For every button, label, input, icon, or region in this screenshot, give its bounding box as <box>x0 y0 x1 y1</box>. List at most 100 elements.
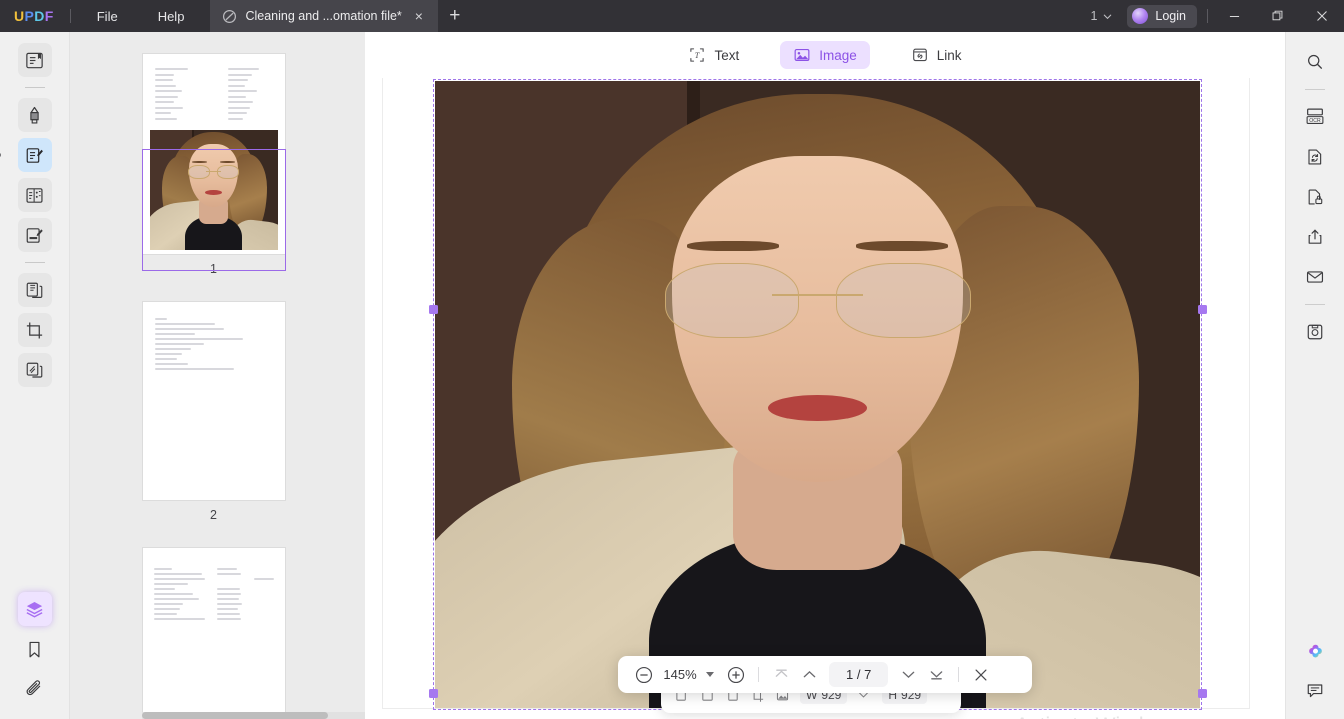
image-icon <box>793 46 811 64</box>
thumb2-text-block <box>154 318 247 370</box>
pdf-page[interactable] <box>383 78 1249 710</box>
thumbnail-panel[interactable]: 1 2 <box>70 32 365 719</box>
page-copy-icon <box>24 280 45 301</box>
resize-handle-bottom-left[interactable] <box>429 689 438 698</box>
bookmark-icon <box>24 639 45 660</box>
paperclip-icon <box>24 679 45 700</box>
close-icon[interactable]: × <box>410 7 428 25</box>
thumb3-text-block <box>153 568 274 620</box>
login-label: Login <box>1155 9 1186 23</box>
convert-button[interactable] <box>1299 141 1331 173</box>
document-view[interactable]: Activate Windows Go to Settings to activ… <box>365 78 1285 719</box>
search-icon <box>1305 52 1325 72</box>
sidebar-item-sign[interactable] <box>17 218 52 252</box>
maximize-button[interactable] <box>1256 0 1300 32</box>
link-icon <box>911 46 929 64</box>
sidebar-item-bookmarks[interactable] <box>18 632 52 666</box>
save-button[interactable] <box>1299 316 1331 348</box>
sidebar-item-batch[interactable] <box>17 353 52 387</box>
page-number-input[interactable]: 1 / 7 <box>829 662 889 687</box>
share-upload-icon <box>1305 227 1325 247</box>
scrollbar-thumb[interactable] <box>142 712 328 719</box>
close-toolbar-button[interactable] <box>969 663 993 687</box>
menu-help[interactable]: Help <box>138 0 205 32</box>
right-rail-divider-2 <box>1305 304 1325 305</box>
tool-text-label: Text <box>714 47 740 63</box>
protect-button[interactable] <box>1299 181 1331 213</box>
lock-document-icon <box>1305 187 1325 207</box>
rail-divider-2 <box>24 262 45 263</box>
thumb3-col-b <box>216 568 244 620</box>
comment-button[interactable] <box>1299 675 1331 707</box>
sidebar-item-crop[interactable] <box>17 313 52 347</box>
zoom-divider-2 <box>958 667 960 682</box>
portrait-photo <box>435 81 1200 708</box>
share-button[interactable] <box>1299 221 1331 253</box>
titlebar-spacer <box>472 0 1083 32</box>
ocr-button[interactable]: OCR <box>1299 101 1331 133</box>
sidebar-item-edit-pdf[interactable] <box>17 138 52 172</box>
rail-divider-1 <box>24 87 45 88</box>
sidebar-item-organize-pages[interactable] <box>17 273 52 307</box>
right-sidebar: OCR <box>1285 32 1344 719</box>
thumbnail-page-2[interactable] <box>142 302 285 500</box>
text-box-icon: T <box>688 46 706 64</box>
resize-handle-left-middle[interactable] <box>429 305 438 314</box>
sidebar-item-layers[interactable] <box>17 592 52 626</box>
chevron-down-icon <box>1102 11 1113 22</box>
zoom-dropdown-caret[interactable] <box>706 672 714 677</box>
edit-document-icon <box>24 145 45 166</box>
thumb1-col-right <box>227 68 273 120</box>
tab-title: Cleaning and ...omation file* <box>245 9 402 23</box>
convert-file-icon <box>1305 147 1325 167</box>
window-count-dropdown[interactable]: 1 <box>1082 0 1121 32</box>
app-logo[interactable]: UPDF <box>0 0 64 32</box>
next-page-button[interactable] <box>896 663 920 687</box>
login-button[interactable]: Login <box>1127 4 1197 28</box>
close-window-button[interactable] <box>1300 0 1344 32</box>
last-page-button[interactable] <box>924 663 948 687</box>
document-tab[interactable]: Cleaning and ...omation file* × <box>210 0 438 32</box>
sidebar-item-annotate[interactable] <box>17 98 52 132</box>
first-page-button[interactable] <box>769 663 793 687</box>
ai-sparkle-icon <box>1304 640 1327 663</box>
sidebar-item-form[interactable] <box>17 178 52 212</box>
zoom-level-value[interactable]: 145% <box>660 667 700 682</box>
ocr-icon: OCR <box>1304 106 1326 128</box>
menu-file[interactable]: File <box>77 0 138 32</box>
resize-handle-right-middle[interactable] <box>1198 305 1207 314</box>
thumbnail-page-1-number: 1 <box>210 262 217 276</box>
zoom-in-button[interactable] <box>724 663 748 687</box>
email-button[interactable] <box>1299 261 1331 293</box>
ai-assistant-button[interactable] <box>1299 635 1331 667</box>
thumbnail-horizontal-scrollbar[interactable] <box>142 712 365 719</box>
new-tab-button[interactable]: + <box>438 0 472 32</box>
right-rail-divider-1 <box>1305 89 1325 90</box>
floppy-save-icon <box>1305 322 1325 342</box>
edit-mode-toolbar: T Text Image Link <box>365 32 1285 78</box>
thumbnail-page-1[interactable] <box>141 54 286 271</box>
thumb3-col-a <box>153 568 207 620</box>
layers-icon <box>24 599 45 620</box>
crop-icon <box>24 320 45 341</box>
tool-image[interactable]: Image <box>780 41 870 69</box>
zoom-navigation-toolbar[interactable]: 145% 1 / 7 <box>618 656 1032 693</box>
thumbnail-page-3[interactable] <box>142 548 285 719</box>
search-button[interactable] <box>1299 46 1331 78</box>
resize-handle-bottom-right[interactable] <box>1198 689 1207 698</box>
logo-divider <box>69 9 71 23</box>
window-count-value: 1 <box>1090 9 1098 23</box>
watermark-line-1: Activate Windows <box>973 714 1223 719</box>
sidebar-item-attachments[interactable] <box>18 672 52 706</box>
tool-text[interactable]: T Text <box>675 41 752 69</box>
thumb3-col-c <box>254 568 274 620</box>
tool-link[interactable]: Link <box>898 41 975 69</box>
minimize-button[interactable] <box>1212 0 1256 32</box>
sidebar-item-reader[interactable] <box>17 43 52 77</box>
previous-page-button[interactable] <box>797 663 821 687</box>
comment-bubble-icon <box>1305 681 1325 701</box>
selected-image[interactable] <box>435 81 1200 708</box>
windows-activation-watermark: Activate Windows Go to Settings to activ… <box>973 714 1223 719</box>
thumb1-col-left <box>154 68 200 120</box>
zoom-out-button[interactable] <box>632 663 656 687</box>
